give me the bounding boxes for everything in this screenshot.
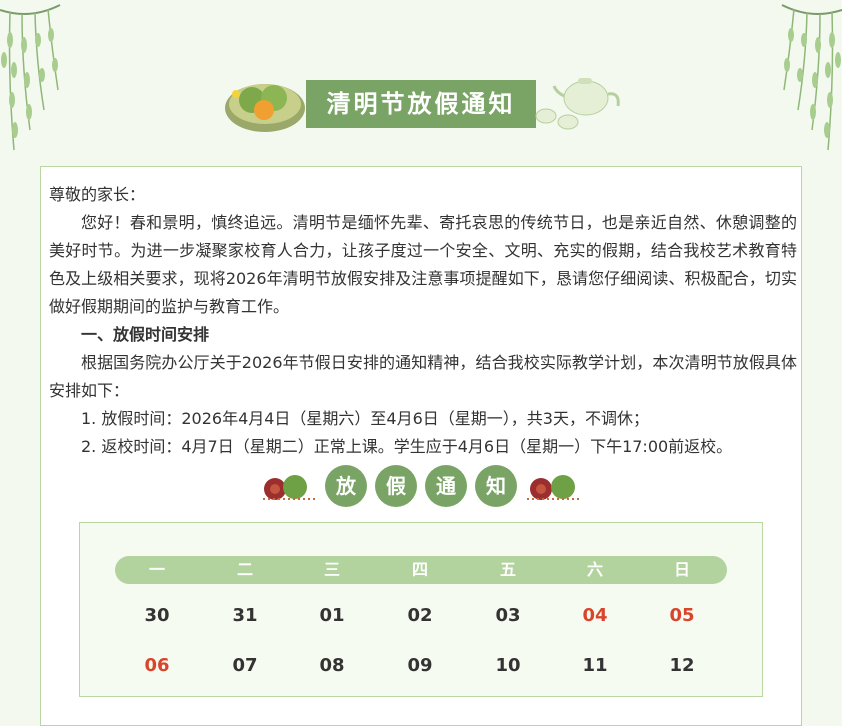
banner-char-1: 放 xyxy=(325,465,367,507)
list-item-return-date: 2. 返校时间：4月7日（星期二）正常上课。学生应于4月6日（星期一）下午17:… xyxy=(81,437,733,456)
notice-content: 尊敬的家长： 您好！春和景明，慎终追远。清明节是缅怀先辈、寄托哀思的传统节日，也… xyxy=(40,166,802,726)
weekday-header: 一 二 三 四 五 六 日 xyxy=(115,556,727,584)
willow-branch-left-icon xyxy=(0,4,61,151)
banner-char-2: 假 xyxy=(375,465,417,507)
calendar-day-holiday: 04 xyxy=(582,605,608,626)
weekday-fri: 五 xyxy=(499,560,516,579)
section-heading: 一、放假时间安排 xyxy=(81,325,210,344)
calendar-day: 02 xyxy=(407,605,433,626)
weekday-thu: 四 xyxy=(411,560,428,579)
list-item-holiday-dates: 1. 放假时间：2026年4月4日（星期六）至4月6日（星期一），共3天，不调休… xyxy=(81,409,649,428)
calendar-day: 09 xyxy=(407,655,433,676)
schedule-paragraph: 根据国务院办公厅关于2026年节假日安排的通知精神，结合我校实际教学计划，本次清… xyxy=(49,353,797,400)
calendar-day: 07 xyxy=(232,655,258,676)
weekday-mon: 一 xyxy=(148,560,165,579)
header-banner: 清明节放假通知 xyxy=(0,0,842,165)
calendar-day: 30 xyxy=(144,605,170,626)
holiday-calendar: 一 二 三 四 五 六 日 30 31 01 02 03 04 05 06 07… xyxy=(79,522,763,697)
weekday-tue: 二 xyxy=(236,560,253,579)
intro-paragraph: 您好！春和景明，慎终追远。清明节是缅怀先辈、寄托哀思的传统节日，也是亲近自然、休… xyxy=(49,213,797,316)
qingtuan-right-icon xyxy=(527,475,579,500)
banner-char-4: 知 xyxy=(475,465,517,507)
calendar-day: 11 xyxy=(582,655,608,676)
teapot-icon xyxy=(535,78,620,130)
qingtuan-left-icon xyxy=(263,475,315,500)
weekday-sat: 六 xyxy=(586,560,603,579)
calendar-day-holiday: 05 xyxy=(669,605,695,626)
calendar-day-holiday: 06 xyxy=(144,655,170,676)
holiday-notice-banner: 放 假 通 知 xyxy=(261,465,581,507)
calendar-day: 12 xyxy=(669,655,695,676)
calendar-day: 01 xyxy=(319,605,345,626)
greeting: 尊敬的家长： xyxy=(49,185,146,204)
qingtuan-bowl-icon xyxy=(225,84,305,132)
calendar-day: 10 xyxy=(495,655,521,676)
calendar-day: 03 xyxy=(495,605,521,626)
weekday-sun: 日 xyxy=(673,560,690,579)
calendar-day: 31 xyxy=(232,605,258,626)
weekday-wed: 三 xyxy=(323,560,340,579)
banner-char-3: 通 xyxy=(425,465,467,507)
page-title: 清明节放假通知 xyxy=(306,80,536,128)
willow-branch-right-icon xyxy=(781,4,842,151)
calendar-day: 08 xyxy=(319,655,345,676)
